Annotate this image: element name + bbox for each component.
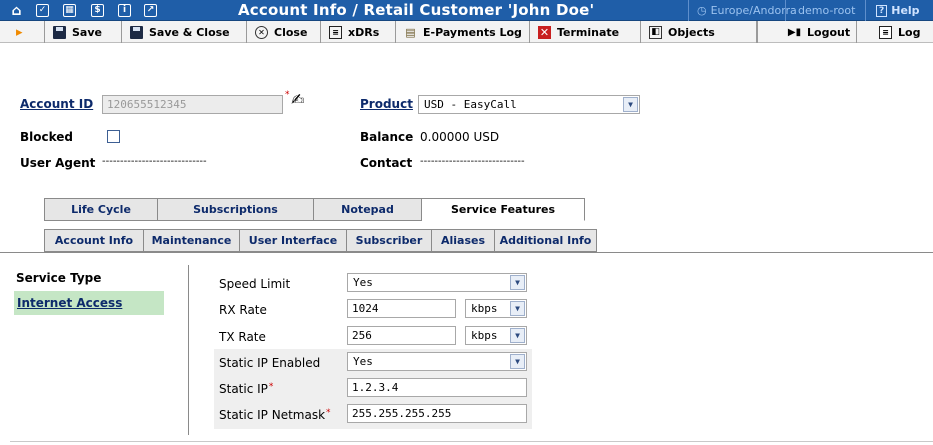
toolbar: ▸ Save Save & Close ✕ Close ≡ xDRs ▤ E-Paym… <box>0 21 933 43</box>
account-id-label: Account ID <box>20 97 94 111</box>
rx-rate-label: RX Rate <box>219 303 267 317</box>
timezone-link[interactable]: ◷ Europe/Andorra <box>688 0 797 21</box>
user-link[interactable]: demo-root <box>785 0 865 21</box>
tab-subscriptions[interactable]: Subscriptions <box>158 198 314 221</box>
save-close-button[interactable]: Save & Close <box>122 21 247 43</box>
page-title: Account Info / Retail Customer 'John Doe… <box>238 1 595 19</box>
account-id-input[interactable]: 120655512345 <box>102 95 283 114</box>
clock-icon: ◷ <box>697 4 707 17</box>
save-close-icon <box>130 25 143 39</box>
user-agent-label: User Agent <box>20 156 96 170</box>
help-icon: ? <box>876 4 888 17</box>
grid-icon[interactable]: ▦ <box>61 2 78 19</box>
xdrs-button[interactable]: ≡ xDRs <box>321 21 396 43</box>
chevron-down-icon: ▼ <box>510 328 525 343</box>
rx-rate-input[interactable]: 1024 <box>347 299 456 318</box>
static-ip-label: Static IP* <box>219 382 274 396</box>
tab-life-cycle[interactable]: Life Cycle <box>44 198 158 221</box>
blocked-label: Blocked <box>20 130 74 144</box>
panel-top-border <box>0 252 933 253</box>
play-button[interactable]: ▸ <box>0 21 45 43</box>
tab-additional-info[interactable]: Additional Info <box>495 229 597 252</box>
check-icon[interactable]: ✓ <box>34 2 51 19</box>
static-ip-netmask-label: Static IP Netmask* <box>219 408 331 422</box>
chart-icon[interactable]: ↗ <box>142 2 159 19</box>
logout-icon: ▶▮ <box>787 26 802 38</box>
epayments-log-button[interactable]: ▤ E-Payments Log <box>396 21 530 43</box>
terminate-button[interactable]: ✕ Terminate <box>530 21 641 43</box>
tab-subscriber[interactable]: Subscriber <box>347 229 432 252</box>
chevron-down-icon: ▼ <box>510 275 525 290</box>
tab-notepad[interactable]: Notepad <box>314 198 422 221</box>
panel-divider <box>188 265 189 435</box>
chevron-down-icon: ▼ <box>510 354 525 369</box>
required-marker: * <box>326 408 331 418</box>
chevron-down-icon: ▼ <box>510 301 525 316</box>
close-button[interactable]: ✕ Close <box>247 21 321 43</box>
payment-icon: ▤ <box>405 25 416 39</box>
tab-maintenance[interactable]: Maintenance <box>144 229 240 252</box>
dollar-icon[interactable]: $ <box>89 2 106 19</box>
sidebar-item-internet-access[interactable]: Internet Access <box>14 291 164 315</box>
contact-value: ----------------------------- <box>420 156 525 167</box>
tx-unit-select[interactable]: kbps ▼ <box>465 326 527 345</box>
info-icon[interactable]: i <box>116 2 133 19</box>
tab-account-info[interactable]: Account Info <box>44 229 144 252</box>
list-icon: ≡ <box>329 25 342 39</box>
product-label: Product <box>360 97 413 111</box>
rx-unit-select[interactable]: kbps ▼ <box>465 299 527 318</box>
static-ip-netmask-input[interactable]: 255.255.255.255 <box>347 404 527 423</box>
close-icon: ✕ <box>255 25 268 39</box>
product-select[interactable]: USD - EasyCall ▼ <box>418 95 640 114</box>
balance-value: 0.00000 USD <box>420 130 500 144</box>
tab-service-features[interactable]: Service Features <box>422 198 585 221</box>
edit-icon[interactable]: ✍ <box>291 90 304 109</box>
log-icon: ≡ <box>879 25 892 39</box>
speed-limit-select[interactable]: Yes ▼ <box>347 273 527 292</box>
help-button[interactable]: ? Help <box>865 0 933 21</box>
static-ip-enabled-label: Static IP Enabled <box>219 356 321 370</box>
user-agent-value: ----------------------------- <box>102 156 207 167</box>
tab-aliases[interactable]: Aliases <box>432 229 495 252</box>
objects-icon: ◧ <box>649 25 662 39</box>
title-bar: ⌂ ✓ ▦ $ i ↗ Account Info / Retail Custom… <box>0 0 933 21</box>
logout-button[interactable]: ▶▮ Logout <box>757 21 857 43</box>
required-marker: * <box>268 382 274 392</box>
static-ip-input[interactable]: 1.2.3.4 <box>347 378 527 397</box>
log-button[interactable]: ≡ Log <box>857 21 933 43</box>
tx-rate-input[interactable]: 256 <box>347 326 456 345</box>
required-marker: * <box>285 90 290 100</box>
home-icon[interactable]: ⌂ <box>8 2 25 19</box>
objects-button[interactable]: ◧ Objects <box>641 21 757 43</box>
balance-label: Balance <box>360 130 414 144</box>
chevron-down-icon: ▼ <box>623 97 638 112</box>
tx-rate-label: TX Rate <box>219 330 266 344</box>
blocked-checkbox[interactable] <box>107 130 120 143</box>
save-button[interactable]: Save <box>45 21 122 43</box>
contact-label: Contact <box>360 156 413 170</box>
sidebar-item-label: Internet Access <box>17 296 123 310</box>
terminate-icon: ✕ <box>538 25 551 39</box>
save-icon <box>53 25 66 39</box>
tab-user-interface[interactable]: User Interface <box>240 229 347 252</box>
panel-bottom-border <box>10 441 933 442</box>
service-type-heading: Service Type <box>16 271 102 285</box>
speed-limit-label: Speed Limit <box>219 277 291 291</box>
static-ip-enabled-select[interactable]: Yes ▼ <box>347 352 527 371</box>
